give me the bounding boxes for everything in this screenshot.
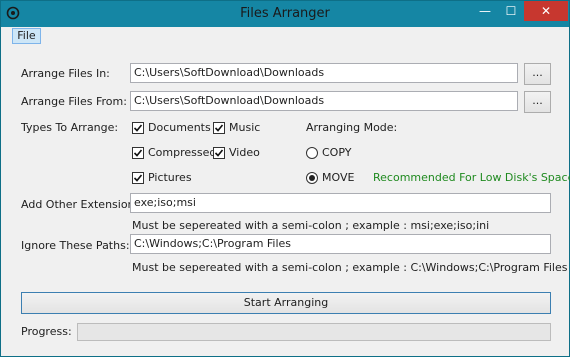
title-bar[interactable]: Files Arranger — ☐ ✕ — [1, 1, 569, 27]
progress-bar — [77, 323, 551, 341]
arrange-from-label: Arrange Files From: — [21, 95, 127, 108]
arrange-in-label: Arrange Files In: — [21, 67, 110, 80]
start-arranging-button[interactable]: Start Arranging — [21, 292, 551, 314]
progress-label: Progress: — [21, 325, 72, 338]
check-icon — [133, 174, 143, 182]
types-label: Types To Arrange: — [21, 121, 119, 134]
mode-label: Arranging Mode: — [306, 121, 398, 134]
documents-label: Documents — [148, 121, 211, 134]
arrange-in-browse-button[interactable]: ... — [524, 63, 551, 85]
menu-bar: File — [1, 27, 569, 47]
music-checkbox[interactable] — [213, 122, 225, 134]
maximize-button[interactable]: ☐ — [498, 1, 524, 21]
extensions-label: Add Other Extensions: — [21, 198, 144, 211]
ignore-input[interactable]: C:\Windows;C:\Program Files — [130, 234, 551, 254]
copy-radio[interactable] — [306, 147, 318, 159]
move-radio[interactable] — [306, 172, 318, 184]
compressed-checkbox[interactable] — [132, 147, 144, 159]
extensions-hint: Must be sepereated with a semi-colon ; e… — [132, 219, 490, 232]
arrange-in-input[interactable]: C:\Users\SoftDownload\Downloads — [130, 63, 518, 83]
music-label: Music — [229, 121, 261, 134]
video-label: Video — [229, 146, 260, 159]
minimize-button[interactable]: — — [472, 1, 498, 21]
documents-checkbox[interactable] — [132, 122, 144, 134]
pictures-label: Pictures — [148, 171, 192, 184]
check-icon — [133, 124, 143, 132]
compressed-label: Compressed — [148, 146, 217, 159]
arrange-from-browse-button[interactable]: ... — [524, 91, 551, 113]
pictures-checkbox[interactable] — [132, 172, 144, 184]
move-label: MOVE — [322, 171, 355, 184]
extensions-input[interactable]: exe;iso;msi — [130, 193, 551, 213]
video-checkbox[interactable] — [213, 147, 225, 159]
main-window: Files Arranger — ☐ ✕ File Arrange Files … — [0, 0, 570, 357]
copy-label: COPY — [322, 146, 352, 159]
close-button[interactable]: ✕ — [524, 1, 568, 21]
ignore-label: Ignore These Paths: — [21, 239, 130, 252]
menu-file[interactable]: File — [12, 28, 41, 44]
check-icon — [133, 149, 143, 157]
arrange-from-input[interactable]: C:\Users\SoftDownload\Downloads — [130, 91, 518, 111]
recommendation-text: Recommended For Low Disk's Space — [373, 171, 570, 184]
main-panel: Arrange Files In: C:\Users\SoftDownload\… — [1, 47, 570, 356]
ignore-hint: Must be sepereated with a semi-colon ; e… — [132, 261, 568, 274]
radio-selected-dot — [309, 175, 315, 181]
check-icon — [214, 149, 224, 157]
check-icon — [214, 124, 224, 132]
